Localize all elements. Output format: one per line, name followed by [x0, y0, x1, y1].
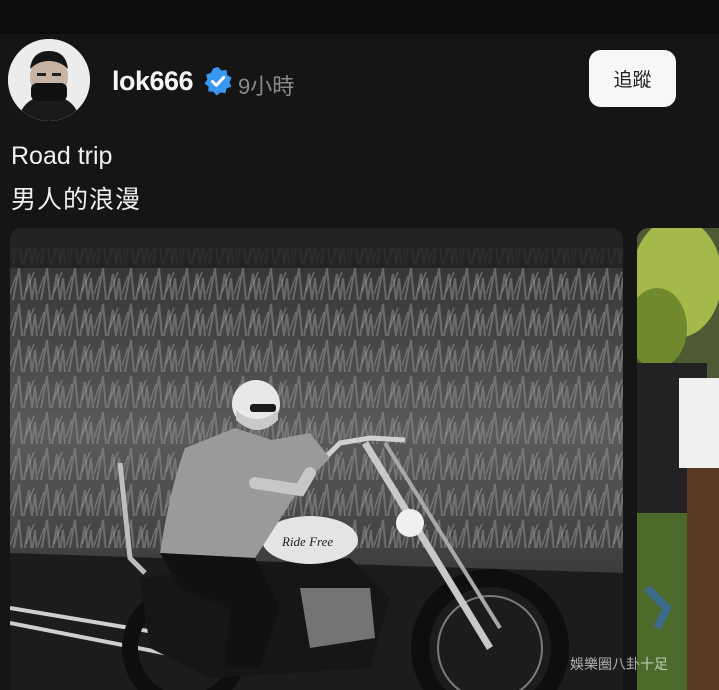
post-timestamp: 9小時: [238, 74, 295, 99]
avatar[interactable]: [8, 39, 90, 121]
top-strip: [0, 0, 719, 34]
follow-button[interactable]: 追蹤: [589, 50, 676, 107]
avatar-image: [8, 39, 90, 121]
post-photo-motorcycle[interactable]: Ride Free: [10, 228, 623, 690]
photo-next-image: [637, 228, 719, 690]
watermark-text: 娛樂圈八卦十足: [570, 656, 668, 672]
photo-motorcycle-image: Ride Free: [10, 228, 623, 690]
caption-line-1: Road trip: [11, 142, 113, 170]
username[interactable]: lok666: [112, 66, 194, 97]
verified-badge-icon: [204, 67, 232, 96]
tank-text: Ride Free: [281, 534, 333, 549]
caption-line-2: 男人的浪漫: [11, 186, 142, 214]
post-photo-next[interactable]: [637, 228, 719, 690]
